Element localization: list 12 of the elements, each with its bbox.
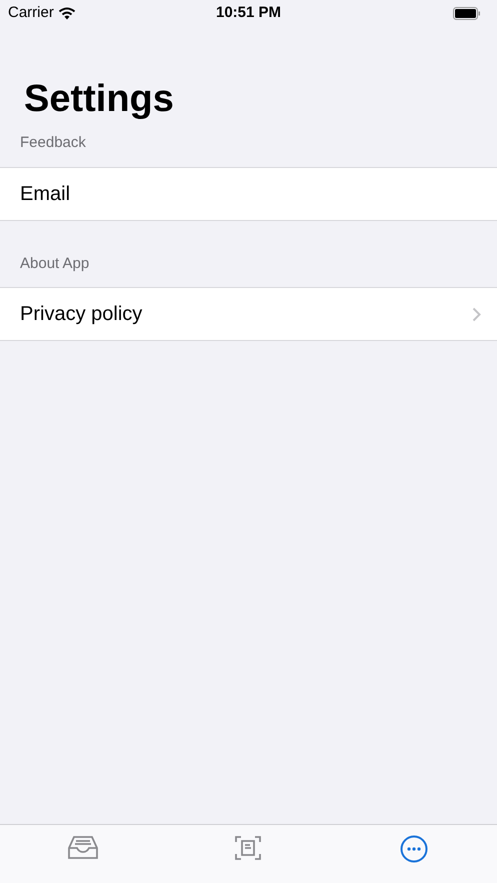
- more-icon[interactable]: [400, 835, 428, 863]
- tray-icon[interactable]: [66, 835, 99, 861]
- section-header: About App: [19, 254, 90, 274]
- row-label: Email: [20, 182, 70, 206]
- page-title: Settings: [24, 80, 175, 118]
- wifi-icon: [58, 6, 76, 20]
- row-label: Privacy policy: [20, 302, 142, 327]
- document-scan-icon[interactable]: [235, 835, 262, 861]
- carrier-label: Carrier: [8, 2, 54, 23]
- clock-time: 10:51 PM: [216, 2, 282, 23]
- battery-icon: [453, 6, 481, 20]
- section-header: Feedback: [19, 133, 87, 153]
